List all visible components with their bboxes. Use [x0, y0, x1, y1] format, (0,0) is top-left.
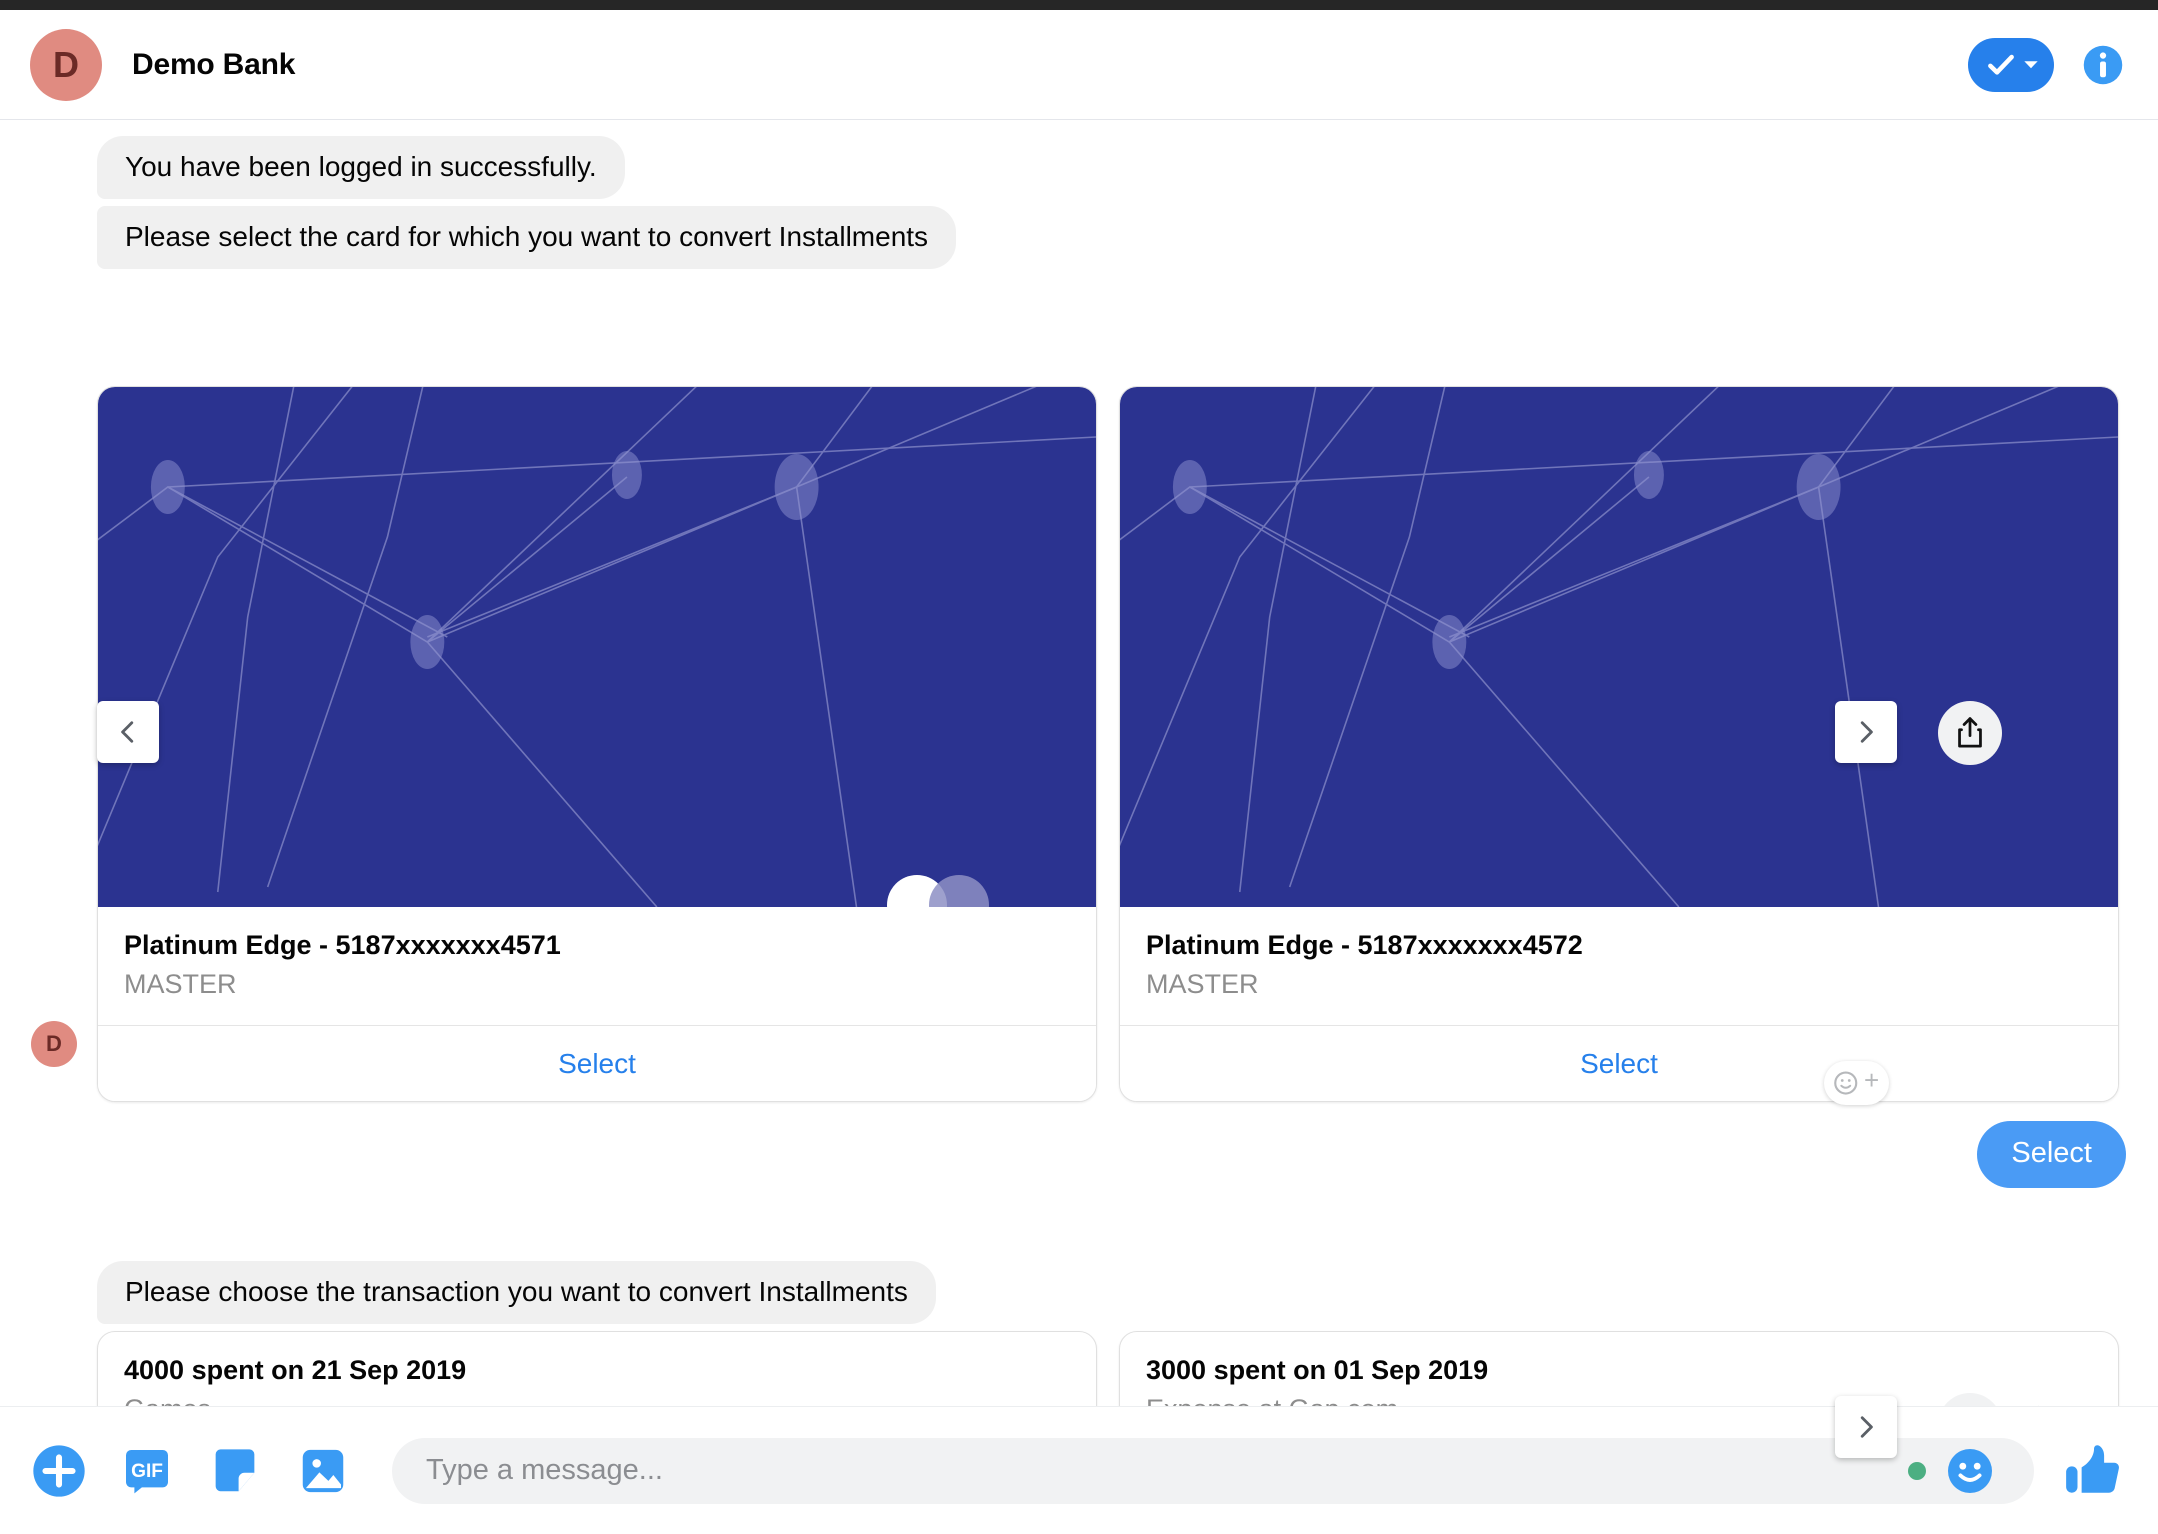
image-button[interactable]	[292, 1440, 354, 1502]
chevron-right-icon	[1860, 721, 1873, 743]
carousel-next-button[interactable]	[1835, 701, 1897, 763]
add-reaction-button[interactable]: +	[1824, 1061, 1890, 1105]
page-title: Demo Bank	[132, 47, 296, 81]
card-subtitle: MASTER	[124, 969, 237, 1000]
avatar: D	[30, 28, 102, 101]
gif-button[interactable]: GIF	[116, 1440, 178, 1502]
message-row-incoming: Please choose the transaction you want t…	[97, 1261, 936, 1325]
thumbs-up-button[interactable]	[2062, 1440, 2124, 1502]
card-hero-image	[1120, 387, 2118, 907]
card-select-button[interactable]: Select	[98, 1025, 1096, 1101]
message-input-placeholder: Type a message...	[426, 1454, 663, 1486]
check-icon	[1987, 54, 2014, 75]
network-graphic	[1120, 387, 2118, 907]
plus-circle-icon	[33, 1444, 85, 1497]
chevron-down-icon	[2023, 60, 2038, 68]
message-bubble: Please select the card for which you wan…	[97, 206, 957, 270]
svg-text:GIF: GIF	[131, 1461, 163, 1482]
transaction-title: 3000 spent on 01 Sep 2019	[1146, 1355, 1489, 1385]
card-carousel: Platinum Edge - 5187xxxxxxx4571 MASTER S…	[97, 386, 2119, 1102]
sticker-button[interactable]	[204, 1440, 266, 1502]
card-select-button[interactable]: Select	[1120, 1025, 2118, 1101]
add-attachment-button[interactable]	[28, 1440, 90, 1502]
share-icon	[1958, 717, 1982, 748]
typing-indicator-dot	[1908, 1461, 1926, 1480]
outgoing-message-bubble[interactable]: Select	[1977, 1121, 2126, 1188]
message-row-incoming: You have been logged in successfully.	[97, 136, 625, 200]
message-row-incoming: Please select the card for which you wan…	[97, 206, 957, 270]
carousel-prev-button[interactable]	[97, 701, 159, 763]
avatar: D	[31, 1021, 77, 1067]
header-actions	[1968, 37, 2124, 92]
card-subtitle: MASTER	[1146, 969, 1259, 1000]
message-bubble: Please choose the transaction you want t…	[97, 1261, 936, 1325]
card-text-block: Platinum Edge - 5187xxxxxxx4571 MASTER	[98, 907, 1096, 1025]
card-hero-image	[98, 387, 1096, 907]
message-input[interactable]: Type a message...	[392, 1437, 2034, 1504]
chevron-right-icon	[1860, 1416, 1873, 1438]
gif-icon: GIF	[126, 1449, 168, 1493]
message-list[interactable]: You have been logged in successfully. Pl…	[0, 121, 2158, 1482]
emoji-button[interactable]	[1946, 1447, 1994, 1495]
sticker-icon	[215, 1448, 255, 1491]
messenger-window: D Demo Bank You have been logged in succ…	[0, 0, 2158, 1534]
card-text-block: Platinum Edge - 5187xxxxxxx4572 MASTER	[1120, 907, 2118, 1025]
window-top-strip	[0, 0, 2158, 10]
mastercard-logo-icon	[887, 875, 989, 907]
transaction-title: 4000 spent on 21 Sep 2019	[124, 1355, 467, 1385]
conversation-header: D Demo Bank	[0, 10, 2158, 120]
share-button[interactable]	[1938, 701, 2002, 765]
image-icon	[302, 1449, 344, 1492]
add-reaction-plus: +	[1864, 1065, 1880, 1095]
emoji-add-icon	[1834, 1071, 1858, 1095]
transaction-carousel-next-button[interactable]	[1835, 1396, 1897, 1458]
card-template-item: Platinum Edge - 5187xxxxxxx4571 MASTER S…	[97, 386, 1097, 1102]
check-dropdown-button[interactable]	[1968, 37, 2054, 92]
info-icon[interactable]	[2082, 44, 2124, 86]
card-title: Platinum Edge - 5187xxxxxxx4571	[124, 930, 561, 960]
network-graphic	[98, 387, 1096, 907]
message-bubble: You have been logged in successfully.	[97, 136, 625, 200]
chevron-left-icon	[121, 721, 134, 743]
card-title: Platinum Edge - 5187xxxxxxx4572	[1146, 930, 1583, 960]
